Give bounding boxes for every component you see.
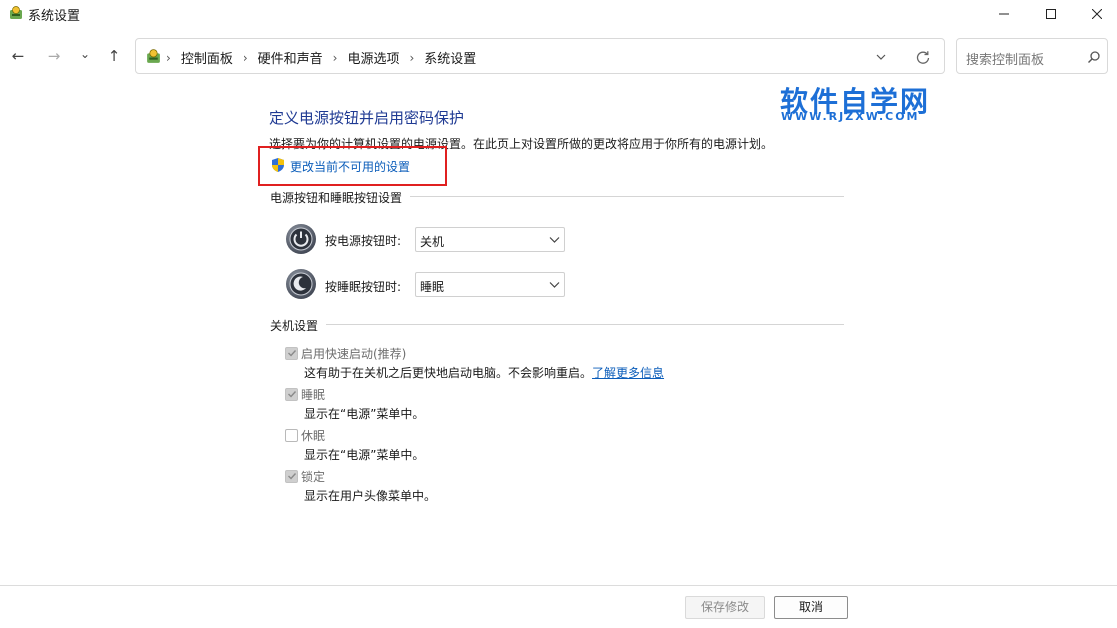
section-divider [270, 324, 844, 325]
search-input[interactable]: 搜索控制面板 [956, 38, 1108, 74]
up-arrow-icon: ↑ [107, 47, 121, 65]
chevron-down-icon [549, 237, 560, 243]
checkmark-icon [288, 473, 297, 480]
watermark-url: WWW.RJZXW.COM [781, 110, 920, 123]
control-panel-icon [147, 49, 160, 63]
chevron-down-icon [549, 282, 560, 288]
up-button[interactable]: ↑ [103, 45, 125, 67]
power-section-title: 电源按钮和睡眠按钮设置 [270, 189, 411, 206]
hibernate-description: 显示在“电源”菜单中。 [304, 448, 425, 462]
sleep-button-label: 按睡眠按钮时: [325, 280, 402, 294]
breadcrumb-separator: › [242, 50, 248, 65]
page-title: 定义电源按钮并启用密码保护 [269, 109, 465, 127]
breadcrumb: › 控制面板 › 硬件和声音 › 电源选项 › 系统设置 [166, 48, 476, 68]
recent-locations-button[interactable]: ⌄ [74, 43, 96, 65]
power-button-select[interactable]: 关机 [415, 227, 565, 252]
breadcrumb-item-hardware-sound[interactable]: 硬件和声音 [258, 48, 323, 67]
search-icon [1088, 51, 1100, 63]
breadcrumb-separator: › [166, 50, 171, 65]
checkmark-icon [288, 391, 297, 398]
lock-description: 显示在用户头像菜单中。 [304, 489, 437, 503]
minimize-icon [999, 13, 1009, 15]
forward-button[interactable]: → [43, 45, 65, 67]
title-bar: 系统设置 [0, 0, 1117, 28]
search-placeholder: 搜索控制面板 [966, 53, 1045, 68]
back-arrow-icon: ← [11, 47, 25, 65]
footer-divider [0, 585, 1117, 586]
shutdown-section-title: 关机设置 [270, 317, 327, 334]
power-button-label: 按电源按钮时: [325, 234, 402, 248]
breadcrumb-item-power-options[interactable]: 电源选项 [347, 48, 399, 67]
uac-shield-icon [272, 158, 284, 172]
maximize-button[interactable] [1028, 0, 1074, 28]
power-button-value: 关机 [420, 235, 445, 249]
breadcrumb-item-system-settings[interactable]: 系统设置 [424, 48, 476, 67]
minimize-button[interactable] [981, 0, 1027, 28]
lock-label: 锁定 [301, 470, 326, 484]
lock-checkbox[interactable] [285, 470, 298, 483]
fast-startup-label: 启用快速启动(推荐) [301, 347, 407, 361]
fast-startup-desc-text: 这有助于在关机之后更快地启动电脑。不会影响重启。 [304, 366, 593, 380]
power-button-icon [286, 224, 316, 254]
control-panel-icon [10, 6, 22, 19]
cancel-button[interactable]: 取消 [774, 596, 848, 619]
close-icon [1092, 9, 1102, 19]
sleep-label: 睡眠 [301, 388, 326, 402]
change-unavailable-settings-link[interactable]: 更改当前不可用的设置 [290, 158, 410, 175]
save-changes-button[interactable]: 保存修改 [685, 596, 765, 619]
back-button[interactable]: ← [7, 45, 29, 67]
fast-startup-checkbox[interactable] [285, 347, 298, 360]
window-title: 系统设置 [28, 9, 81, 24]
address-bar[interactable]: › 控制面板 › 硬件和声音 › 电源选项 › 系统设置 [135, 38, 945, 74]
learn-more-link[interactable]: 了解更多信息 [592, 366, 664, 380]
checkmark-icon [288, 350, 297, 357]
breadcrumb-separator: › [409, 50, 415, 65]
hibernate-label: 休眠 [301, 429, 326, 443]
sleep-description: 显示在“电源”菜单中。 [304, 407, 425, 421]
sleep-button-select[interactable]: 睡眠 [415, 272, 565, 297]
sleep-checkbox[interactable] [285, 388, 298, 401]
breadcrumb-item-control-panel[interactable]: 控制面板 [181, 48, 233, 67]
sleep-button-value: 睡眠 [420, 280, 445, 294]
hibernate-checkbox[interactable] [285, 429, 298, 442]
chevron-down-icon: ⌄ [79, 47, 91, 61]
chevron-down-icon[interactable] [874, 50, 888, 64]
breadcrumb-separator: › [332, 50, 338, 65]
refresh-icon[interactable] [914, 48, 932, 66]
maximize-icon [1046, 9, 1056, 19]
fast-startup-description: 这有助于在关机之后更快地启动电脑。不会影响重启。了解更多信息 [304, 364, 664, 381]
forward-arrow-icon: → [47, 47, 61, 65]
close-button[interactable] [1074, 0, 1117, 28]
sleep-button-icon [286, 269, 316, 299]
